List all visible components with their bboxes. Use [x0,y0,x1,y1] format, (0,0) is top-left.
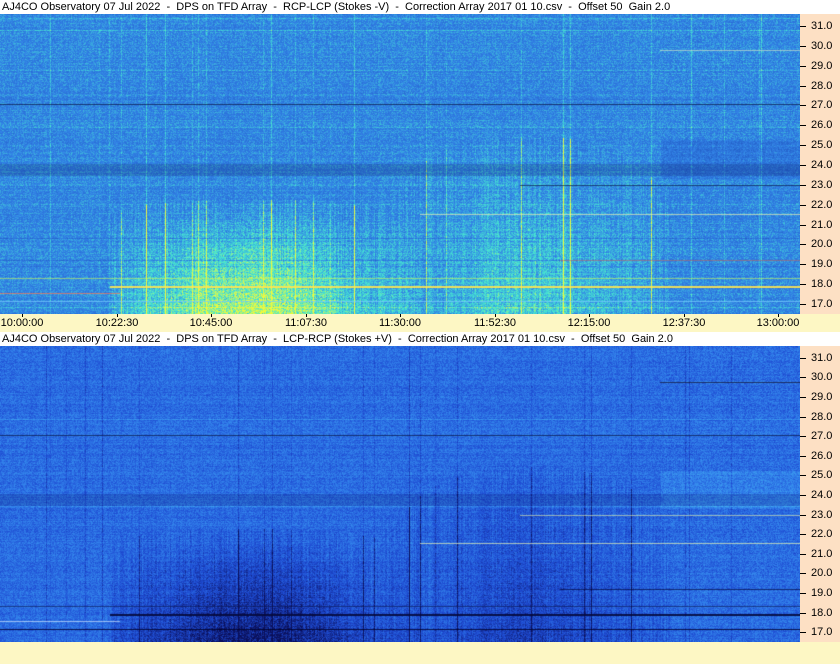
top-freq-tick [800,304,806,305]
bottom-freq-label: 24.0 [811,489,833,501]
bottom-freq-tick [800,456,806,457]
bottom-freq-label: 28.0 [811,411,833,423]
bottom-freq-label: 31.0 [811,352,833,364]
time-label: 12:15:00 [567,317,611,329]
top-freq-label: 17.0 [811,298,833,310]
top-panel-title: AJ4CO Observatory 07 Jul 2022 - DPS on T… [0,0,840,14]
bottom-frequency-axis: 31.0 30.0 29.0 28.0 27.0 26.0 25.0 24.0 23.0 22.0… [800,346,840,642]
bottom-freq-tick [800,436,806,437]
top-freq-tick [800,86,806,87]
time-label: 10:00:00 [0,317,44,329]
top-freq-tick [800,165,806,166]
top-freq-tick [800,26,806,27]
top-freq-tick [800,284,806,285]
bottom-freq-label: 23.0 [811,509,833,521]
bottom-freq-tick [800,397,806,398]
bottom-freq-label: 26.0 [811,450,833,462]
top-freq-tick [800,244,806,245]
top-freq-tick [800,185,806,186]
top-freq-label: 18.0 [811,278,833,290]
bottom-freq-label: 29.0 [811,391,833,403]
time-label: 11:52:30 [473,317,517,329]
bottom-freq-tick [800,495,806,496]
top-freq-tick [800,125,806,126]
time-label: 12:37:30 [662,317,706,329]
bottom-freq-tick [800,613,806,614]
bottom-spectrogram[interactable] [0,346,800,642]
time-label: 11:07:30 [284,317,328,329]
top-freq-label: 25.0 [811,139,833,151]
top-freq-label: 26.0 [811,119,833,131]
top-freq-tick [800,225,806,226]
top-freq-tick [800,264,806,265]
time-label: 13:00:00 [756,317,800,329]
bottom-freq-tick [800,534,806,535]
top-freq-label: 21.0 [811,219,833,231]
top-frequency-axis: 31.0 30.0 29.0 28.0 27.0 26.0 25.0 24.0 23.0 22.0… [800,14,840,314]
bottom-freq-tick [800,358,806,359]
bottom-freq-tick [800,417,806,418]
bottom-freq-tick [800,554,806,555]
bottom-freq-label: 18.0 [811,607,833,619]
bottom-status-strip [0,642,840,664]
bottom-freq-tick [800,515,806,516]
bottom-freq-label: 30.0 [811,371,833,383]
top-freq-label: 22.0 [811,199,833,211]
top-freq-label: 30.0 [811,40,833,52]
bottom-freq-tick [800,475,806,476]
bottom-panel-title: AJ4CO Observatory 07 Jul 2022 - DPS on T… [0,332,840,346]
top-freq-tick [800,66,806,67]
bottom-freq-label: 17.0 [811,626,833,638]
top-spectrogram-canvas [0,14,800,314]
top-freq-label: 24.0 [811,159,833,171]
top-freq-tick [800,46,806,47]
top-freq-label: 20.0 [811,238,833,250]
time-label: 10:22:30 [95,317,139,329]
top-freq-tick [800,105,806,106]
top-freq-tick [800,145,806,146]
bottom-freq-tick [800,377,806,378]
bottom-freq-label: 19.0 [811,587,833,599]
bottom-spectrogram-canvas [0,346,800,642]
bottom-freq-label: 25.0 [811,469,833,481]
top-freq-tick [800,205,806,206]
top-freq-label: 29.0 [811,60,833,72]
bottom-freq-tick [800,593,806,594]
top-freq-label: 31.0 [811,20,833,32]
bottom-freq-tick [800,573,806,574]
bottom-freq-label: 22.0 [811,528,833,540]
bottom-freq-label: 20.0 [811,567,833,579]
top-freq-label: 28.0 [811,80,833,92]
time-axis: 10:00:00 10:22:30 10:45:00 11:07:30 11:30:00… [0,314,840,332]
bottom-freq-tick [800,632,806,633]
bottom-freq-label: 21.0 [811,548,833,560]
time-label: 10:45:00 [189,317,233,329]
top-spectrogram[interactable] [0,14,800,314]
top-freq-label: 23.0 [811,179,833,191]
top-freq-label: 27.0 [811,99,833,111]
time-label: 11:30:00 [378,317,422,329]
top-freq-label: 19.0 [811,258,833,270]
bottom-freq-label: 27.0 [811,430,833,442]
